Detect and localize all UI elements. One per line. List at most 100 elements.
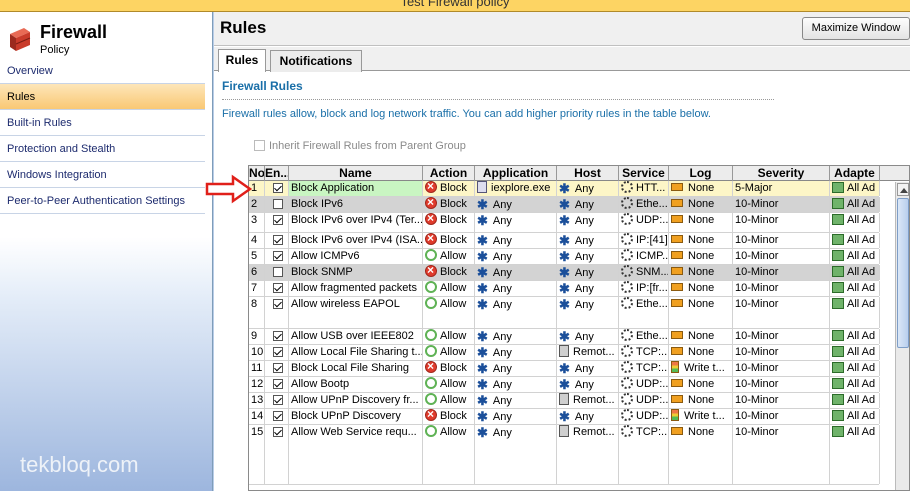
rule-enabled-checkbox[interactable] <box>273 379 283 389</box>
column-header-log[interactable]: Log <box>669 166 733 181</box>
table-row[interactable]: 14 Block UPnP Discovery Block ✱ Any ✱ Any UDP:.… <box>249 409 880 425</box>
rule-enabled-checkbox[interactable] <box>273 427 283 437</box>
rule-enabled-checkbox[interactable] <box>273 347 283 357</box>
table-row[interactable]: 6 Block SNMP Block ✱ Any ✱ Any SNM... None 10-Min… <box>249 265 880 281</box>
any-asterisk-icon: ✱ <box>559 265 570 280</box>
log-none-icon <box>671 395 683 403</box>
cell-en[interactable] <box>265 281 289 296</box>
cell-app: ✱ Any <box>475 297 557 328</box>
table-row[interactable]: 12 Allow Bootp Allow ✱ Any ✱ Any UDP:... None 10-… <box>249 377 880 393</box>
sidebar-item-protection-stealth[interactable]: Protection and Stealth <box>0 136 205 162</box>
column-header-service[interactable]: Service <box>619 166 669 181</box>
column-header-name[interactable]: Name <box>289 166 423 181</box>
cell-en[interactable] <box>265 425 289 484</box>
block-action-icon <box>425 361 437 374</box>
cell-severity: 10-Minor <box>733 345 830 360</box>
tab-rules[interactable]: Rules <box>218 49 266 72</box>
scroll-up-arrow[interactable] <box>897 183 909 196</box>
table-row[interactable]: 4 Block IPv6 over IPv4 (ISA... Block ✱ Any ✱ A… <box>249 233 880 249</box>
cell-action: Allow <box>423 249 475 264</box>
cell-en[interactable] <box>265 233 289 248</box>
cell-en[interactable] <box>265 213 289 232</box>
inherit-rules-checkbox[interactable] <box>254 140 265 151</box>
rule-enabled-checkbox[interactable] <box>273 411 283 421</box>
rule-enabled-checkbox[interactable] <box>273 363 283 373</box>
cell-action: Block <box>423 233 475 248</box>
service-gear-icon <box>621 265 633 277</box>
column-header-app[interactable]: Application <box>475 166 557 181</box>
cell-en[interactable] <box>265 197 289 212</box>
table-row[interactable]: 2Block IPv6Block✱Any✱AnyEthe...None10-Mi… <box>249 197 880 213</box>
rule-application: Any <box>492 215 512 227</box>
column-header-host[interactable]: Host <box>557 166 619 181</box>
rule-enabled-checkbox[interactable] <box>273 235 283 245</box>
cell-en[interactable] <box>265 393 289 408</box>
cell-en[interactable] <box>265 249 289 264</box>
cell-no: 11 <box>249 361 265 376</box>
vertical-scrollbar[interactable] <box>895 182 909 490</box>
maximize-window-button[interactable]: Maximize Window <box>802 17 910 40</box>
column-header-action[interactable]: Action <box>423 166 475 181</box>
any-asterisk-icon: ✱ <box>559 377 570 392</box>
cell-en[interactable] <box>265 361 289 376</box>
rule-enabled-checkbox[interactable] <box>273 267 283 277</box>
table-row[interactable]: 1Block ApplicationBlockiexplore.exe✱AnyH… <box>249 181 880 197</box>
table-row[interactable]: 9 Allow USB over IEEE802 Allow ✱ Any ✱ Any Ethe… <box>249 329 880 345</box>
cell-en[interactable] <box>265 181 289 196</box>
rule-enabled-checkbox[interactable] <box>273 251 283 261</box>
table-row[interactable]: 5 Allow ICMPv6 Allow ✱ Any ✱ Any ICMP... None 10-… <box>249 249 880 265</box>
table-row[interactable]: 11 Block Local File Sharing Block ✱ Any ✱ Any T… <box>249 361 880 377</box>
cell-en[interactable] <box>265 409 289 424</box>
cell-action: Block <box>423 409 475 424</box>
sidebar-item-overview[interactable]: Overview <box>0 58 205 84</box>
cell-en[interactable] <box>265 265 289 280</box>
sidebar-item-built-in-rules[interactable]: Built-in Rules <box>0 110 205 136</box>
table-row[interactable]: 8 Allow wireless EAPOL Allow ✱ Any ✱ Any Ethe..… <box>249 297 880 329</box>
column-header-severity[interactable]: Severity <box>733 166 830 181</box>
cell-name: Allow Bootp <box>289 377 423 392</box>
sidebar-item-rules[interactable]: Rules <box>0 84 205 110</box>
table-row[interactable]: 10 Allow Local File Sharing t... Allow ✱ Any… <box>249 345 880 361</box>
cell-en[interactable] <box>265 297 289 328</box>
cell-en[interactable] <box>265 345 289 360</box>
rule-enabled-checkbox[interactable] <box>273 283 283 293</box>
sidebar-item-p2p-auth[interactable]: Peer-to-Peer Authentication Settings <box>0 188 205 214</box>
cell-log: None <box>669 393 733 408</box>
rule-adapter: All Ad <box>847 198 876 210</box>
rule-enabled-checkbox[interactable] <box>273 395 283 405</box>
rule-enabled-checkbox[interactable] <box>273 215 283 225</box>
table-row[interactable]: 15 Allow Web Service requ... Allow ✱ Any Remo… <box>249 425 880 485</box>
rule-enabled-checkbox[interactable] <box>273 199 283 209</box>
rule-host: Any <box>574 299 594 311</box>
cell-severity: 5-Major <box>733 181 830 196</box>
rule-log: None <box>688 394 715 406</box>
inherit-rules-option[interactable]: Inherit Firewall Rules from Parent Group <box>254 140 466 152</box>
rule-enabled-checkbox[interactable] <box>273 183 283 193</box>
rule-host: Any <box>574 379 594 391</box>
network-adapter-icon <box>832 234 844 245</box>
rule-number: 14 <box>251 410 264 422</box>
rule-number: 8 <box>251 298 258 310</box>
rule-enabled-checkbox[interactable] <box>273 299 283 309</box>
column-header-adapter[interactable]: Adapte <box>830 166 880 181</box>
cell-en[interactable] <box>265 329 289 344</box>
sidebar-item-windows-integration[interactable]: Windows Integration <box>0 162 205 188</box>
cell-host: Remot... <box>557 345 619 360</box>
table-header: No En... Name Action Application Host Service L… <box>249 166 909 181</box>
any-asterisk-icon: ✱ <box>559 409 570 424</box>
table-row[interactable]: 3 Block IPv6 over IPv4 (Ter... Block ✱ Any ✱ A… <box>249 213 880 233</box>
scroll-thumb[interactable] <box>897 198 909 348</box>
cell-no: 10 <box>249 345 265 360</box>
table-row[interactable]: 13 Allow UPnP Discovery fr... Allow ✱ Any Rem… <box>249 393 880 409</box>
cell-en[interactable] <box>265 377 289 392</box>
firewall-brick-icon <box>10 28 31 51</box>
allow-action-icon <box>425 329 437 341</box>
any-asterisk-icon: ✱ <box>559 249 570 264</box>
cell-name: Allow Local File Sharing t... <box>289 345 423 360</box>
table-row[interactable]: 7 Allow fragmented packets Allow ✱ Any ✱ Any IP… <box>249 281 880 297</box>
tab-notifications[interactable]: Notifications <box>270 50 362 72</box>
rule-enabled-checkbox[interactable] <box>273 331 283 341</box>
column-header-en[interactable]: En... <box>265 166 289 181</box>
remote-host-icon <box>559 345 569 357</box>
section-divider <box>222 99 774 100</box>
